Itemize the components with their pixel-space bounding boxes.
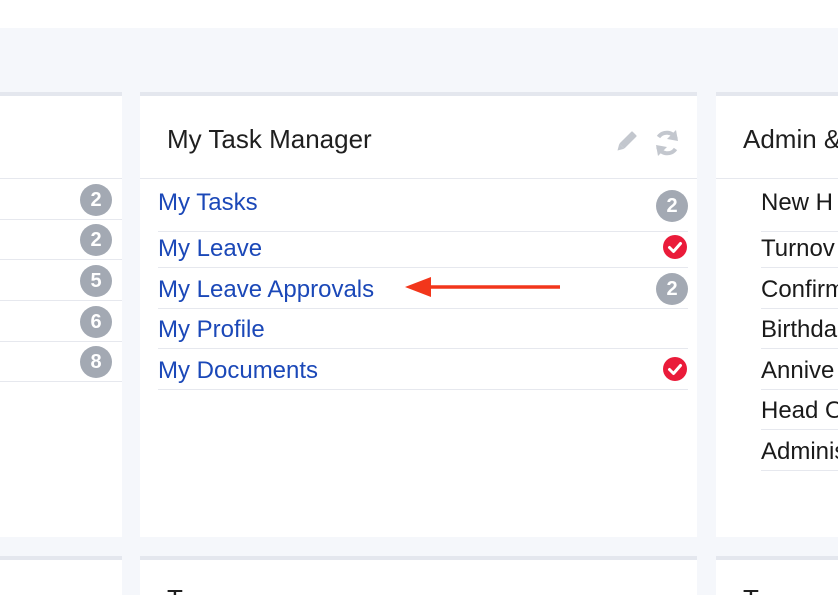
task-link[interactable]: My Documents bbox=[158, 357, 318, 385]
pencil-icon[interactable] bbox=[612, 128, 640, 156]
count-badge: 6 bbox=[80, 306, 112, 338]
annotation-arrow bbox=[405, 277, 560, 297]
admin-item[interactable]: Adminis bbox=[761, 431, 838, 471]
bottom-left-panel bbox=[0, 556, 122, 595]
bottom-right-panel: T bbox=[716, 556, 838, 595]
panel-title: T bbox=[743, 584, 759, 595]
admin-panel: Admin & New H Turnov Confirm Birthda Ann… bbox=[716, 92, 838, 537]
task-item-my-profile[interactable]: My Profile bbox=[158, 309, 688, 349]
check-icon bbox=[663, 357, 687, 381]
admin-item-label[interactable]: Birthda bbox=[761, 316, 837, 344]
task-item-my-tasks[interactable]: My Tasks 2 bbox=[158, 189, 688, 232]
left-panel-header-divider bbox=[0, 178, 122, 179]
count-badge: 2 bbox=[80, 224, 112, 256]
task-item-my-documents[interactable]: My Documents bbox=[158, 350, 688, 390]
task-link[interactable]: My Profile bbox=[158, 316, 265, 344]
left-panel: 2 2 5 6 8 bbox=[0, 92, 122, 537]
task-manager-panel: My Task Manager My Tasks 2 My Leave My L… bbox=[140, 92, 697, 537]
admin-item[interactable]: Annive bbox=[761, 350, 838, 390]
left-panel-row[interactable]: 8 bbox=[0, 342, 122, 382]
admin-item-label[interactable]: New H bbox=[761, 189, 833, 217]
task-link[interactable]: My Leave Approvals bbox=[158, 276, 374, 304]
count-badge: 2 bbox=[656, 190, 688, 222]
admin-item[interactable]: Confirm bbox=[761, 269, 838, 309]
left-panel-row[interactable]: 5 bbox=[0, 261, 122, 301]
admin-item[interactable]: Birthda bbox=[761, 309, 838, 349]
count-badge: 2 bbox=[80, 184, 112, 216]
task-link[interactable]: My Tasks bbox=[158, 189, 258, 217]
panel-title: My Task Manager bbox=[167, 124, 372, 154]
panel-title: Admin & bbox=[743, 124, 838, 154]
left-panel-row[interactable]: 6 bbox=[0, 302, 122, 342]
admin-item-label[interactable]: Confirm bbox=[761, 276, 838, 304]
panel-header-divider bbox=[140, 178, 697, 179]
admin-item-label[interactable]: Head O bbox=[761, 397, 838, 425]
bottom-center-panel: T bbox=[140, 556, 697, 595]
refresh-icon[interactable] bbox=[652, 128, 682, 158]
left-panel-row[interactable]: 2 bbox=[0, 220, 122, 260]
task-item-my-leave[interactable]: My Leave bbox=[158, 228, 688, 268]
admin-item[interactable]: Head O bbox=[761, 390, 838, 430]
left-panel-row[interactable]: 2 bbox=[0, 180, 122, 220]
admin-item-label[interactable]: Adminis bbox=[761, 438, 838, 466]
count-badge: 2 bbox=[656, 273, 688, 305]
admin-item-label[interactable]: Turnov bbox=[761, 235, 835, 263]
admin-item[interactable]: Turnov bbox=[761, 228, 838, 268]
panel-header-divider bbox=[716, 178, 838, 179]
task-link[interactable]: My Leave bbox=[158, 235, 262, 263]
check-icon bbox=[663, 235, 687, 259]
count-badge: 5 bbox=[80, 265, 112, 297]
count-badge: 8 bbox=[80, 346, 112, 378]
panel-title: T bbox=[167, 584, 183, 595]
admin-item-label[interactable]: Annive bbox=[761, 357, 834, 385]
admin-item[interactable]: New H bbox=[761, 189, 838, 232]
